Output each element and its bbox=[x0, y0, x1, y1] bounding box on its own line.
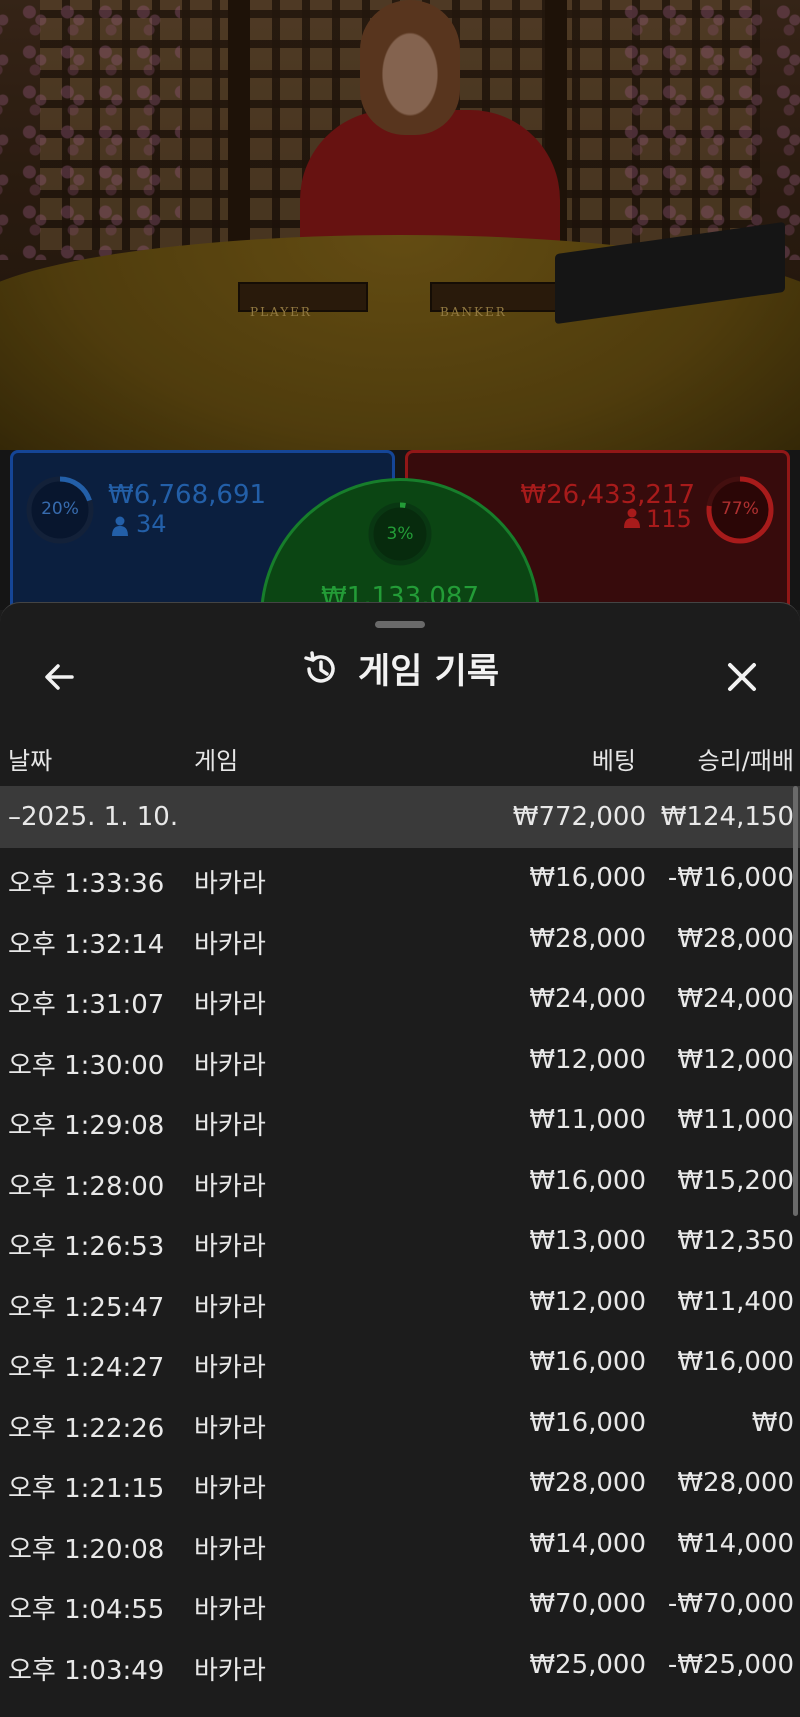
history-icon bbox=[304, 650, 335, 683]
live-video: PLAYER BANKER bbox=[0, 0, 800, 450]
column-header-game: 게임 bbox=[194, 747, 239, 775]
row-game: 바카라 bbox=[194, 1413, 266, 1444]
row-result: -₩16,000 bbox=[667, 863, 794, 893]
row-game: 바카라 bbox=[194, 1111, 266, 1141]
row-result: ₩14,000 bbox=[677, 1528, 794, 1559]
row-result: ₩11,000 bbox=[677, 1105, 794, 1135]
row-time: 오후 1:30:00 bbox=[8, 1050, 165, 1081]
drag-handle[interactable] bbox=[375, 621, 425, 628]
history-row[interactable]: 오후 1:28:00 바카라 ₩16,000 ₩15,200 bbox=[0, 1151, 800, 1211]
row-result: ₩12,000 bbox=[677, 1044, 794, 1075]
row-game: 바카라 bbox=[194, 1292, 266, 1323]
row-time: 오후 1:26:53 bbox=[8, 1232, 165, 1262]
row-game: 바카라 bbox=[194, 1232, 266, 1262]
history-row[interactable]: 오후 1:30:00 바카라 ₩12,000 ₩12,000 bbox=[0, 1030, 800, 1090]
row-time: 오후 1:31:07 bbox=[8, 990, 165, 1020]
row-result: ₩0 bbox=[751, 1407, 794, 1438]
game-history-sheet: 게임 기록 날짜 게임 베팅 승리/패배 –2025. 1. 10. ₩772,… bbox=[0, 602, 800, 1717]
group-result-total: ₩124,150 bbox=[660, 802, 794, 832]
row-bet: ₩16,000 bbox=[529, 863, 646, 893]
sheet-header: 게임 기록 bbox=[0, 643, 800, 703]
row-bet: ₩14,000 bbox=[529, 1528, 646, 1559]
row-game: 바카라 bbox=[194, 1050, 266, 1081]
history-row[interactable]: 오후 1:31:07 바카라 ₩24,000 ₩24,000 bbox=[0, 969, 800, 1029]
close-icon bbox=[728, 663, 756, 691]
row-time: 오후 1:25:47 bbox=[8, 1292, 165, 1323]
history-row[interactable]: 오후 1:33:36 바카라 ₩16,000 -₩16,000 bbox=[0, 848, 800, 908]
row-time: 오후 1:03:49 bbox=[8, 1655, 165, 1686]
column-header-result: 승리/패배 bbox=[697, 747, 794, 775]
row-bet: ₩11,000 bbox=[529, 1105, 646, 1135]
history-row[interactable]: 오후 1:26:53 바카라 ₩13,000 ₩12,350 bbox=[0, 1211, 800, 1271]
row-game: 바카라 bbox=[194, 1534, 266, 1565]
row-result: ₩24,000 bbox=[677, 984, 794, 1014]
history-row[interactable]: 오후 1:21:15 바카라 ₩28,000 ₩28,000 bbox=[0, 1453, 800, 1513]
group-bet-total: ₩772,000 bbox=[512, 802, 646, 832]
row-bet: ₩16,000 bbox=[529, 1165, 646, 1196]
row-bet: ₩70,000 bbox=[529, 1589, 646, 1619]
column-header-date: 날짜 bbox=[8, 747, 53, 775]
row-result: ₩15,200 bbox=[677, 1165, 794, 1196]
row-game: 바카라 bbox=[194, 1655, 266, 1686]
history-row[interactable]: 오후 1:04:55 바카라 ₩70,000 -₩70,000 bbox=[0, 1574, 800, 1634]
history-row[interactable]: 오후 1:03:49 바카라 ₩25,000 -₩25,000 bbox=[0, 1635, 800, 1695]
row-game: 바카라 bbox=[194, 929, 266, 960]
row-bet: ₩28,000 bbox=[529, 1468, 646, 1498]
row-time: 오후 1:22:26 bbox=[8, 1413, 165, 1444]
history-row[interactable]: 오후 1:32:14 바카라 ₩28,000 ₩28,000 bbox=[0, 909, 800, 969]
row-bet: ₩28,000 bbox=[529, 923, 646, 954]
close-button[interactable] bbox=[720, 655, 764, 699]
row-game: 바카라 bbox=[194, 1595, 266, 1625]
video-dim bbox=[0, 0, 800, 450]
row-time: 오후 1:32:14 bbox=[8, 929, 165, 960]
row-bet: ₩16,000 bbox=[529, 1347, 646, 1377]
row-bet: ₩16,000 bbox=[529, 1407, 646, 1438]
history-row[interactable]: 오후 1:22:26 바카라 ₩16,000 ₩0 bbox=[0, 1393, 800, 1453]
row-result: -₩70,000 bbox=[667, 1589, 794, 1619]
row-time: 오후 1:28:00 bbox=[8, 1171, 165, 1202]
history-row[interactable]: 오후 1:24:27 바카라 ₩16,000 ₩16,000 bbox=[0, 1332, 800, 1392]
date-group-row[interactable]: –2025. 1. 10. ₩772,000 ₩124,150 bbox=[0, 786, 800, 848]
row-time: 오후 1:33:36 bbox=[8, 869, 165, 899]
row-time: 오후 1:21:15 bbox=[8, 1474, 165, 1504]
row-result: -₩25,000 bbox=[667, 1649, 794, 1680]
row-time: 오후 1:24:27 bbox=[8, 1353, 165, 1383]
row-result: ₩28,000 bbox=[677, 1468, 794, 1498]
scrollbar[interactable] bbox=[793, 786, 798, 1216]
row-game: 바카라 bbox=[194, 1474, 266, 1504]
row-game: 바카라 bbox=[194, 990, 266, 1020]
row-bet: ₩13,000 bbox=[529, 1226, 646, 1256]
row-game: 바카라 bbox=[194, 1171, 266, 1202]
panel-dim bbox=[0, 450, 800, 610]
sheet-title: 게임 기록 bbox=[358, 652, 500, 692]
row-result: ₩16,000 bbox=[677, 1347, 794, 1377]
row-result: ₩28,000 bbox=[677, 923, 794, 954]
history-row[interactable]: 오후 1:29:08 바카라 ₩11,000 ₩11,000 bbox=[0, 1090, 800, 1150]
row-game: 바카라 bbox=[194, 1353, 266, 1383]
row-time: 오후 1:20:08 bbox=[8, 1534, 165, 1565]
row-bet: ₩25,000 bbox=[529, 1649, 646, 1680]
row-bet: ₩24,000 bbox=[529, 984, 646, 1014]
history-row[interactable]: 오후 1:20:08 바카라 ₩14,000 ₩14,000 bbox=[0, 1514, 800, 1574]
group-date: –2025. 1. 10. bbox=[8, 802, 179, 832]
row-bet: ₩12,000 bbox=[529, 1286, 646, 1317]
column-header-bet: 베팅 bbox=[591, 747, 636, 775]
row-result: ₩11,400 bbox=[677, 1286, 794, 1317]
row-time: 오후 1:29:08 bbox=[8, 1111, 165, 1141]
row-game: 바카라 bbox=[194, 869, 266, 899]
history-row[interactable]: 오후 1:25:47 바카라 ₩12,000 ₩11,400 bbox=[0, 1272, 800, 1332]
row-bet: ₩12,000 bbox=[529, 1044, 646, 1075]
row-result: ₩12,350 bbox=[677, 1226, 794, 1256]
row-time: 오후 1:04:55 bbox=[8, 1595, 165, 1625]
